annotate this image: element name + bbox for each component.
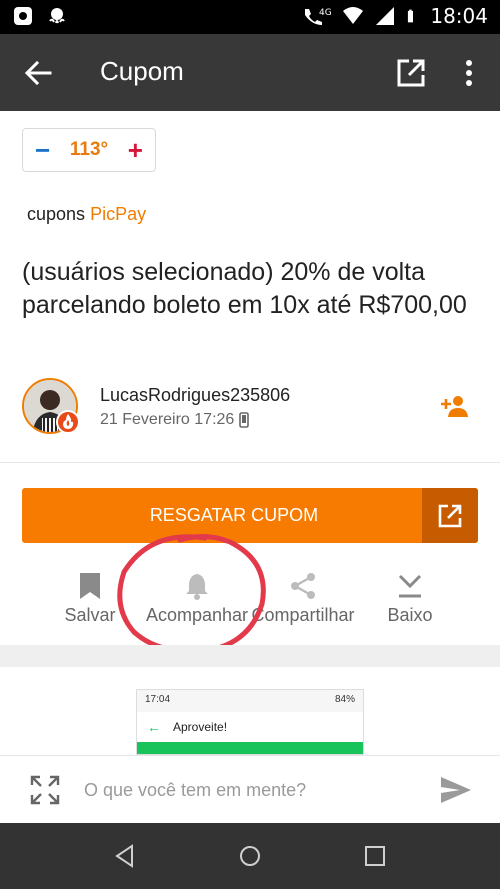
bookmark-icon (80, 573, 100, 599)
save-label: Salvar (64, 605, 116, 625)
comment-bar: O que você tem em mente? (0, 755, 500, 823)
hot-user-badge-icon (56, 410, 80, 434)
open-external-icon[interactable] (394, 56, 428, 90)
deal-image-thumbnail[interactable]: 17:04 84% ← Aproveite! (136, 689, 364, 755)
open-external-icon[interactable] (422, 488, 478, 543)
signal-icon (376, 7, 395, 25)
wifi-call-icon: 4G (305, 8, 332, 25)
post-date-line: 21 Fevereiro 17:26 (100, 411, 250, 429)
vote-down-button[interactable]: − (35, 135, 50, 166)
redeem-coupon-button[interactable]: RESGATAR CUPOM (22, 488, 478, 543)
wifi-icon (343, 7, 364, 24)
system-nav-bar (0, 823, 500, 889)
nav-back-icon[interactable] (112, 843, 138, 869)
download-icon (398, 574, 422, 598)
redeem-coupon-label: RESGATAR CUPOM (149, 505, 319, 525)
nav-recents-icon[interactable] (362, 843, 388, 869)
app-bar: Cupom (0, 34, 500, 111)
mobile-device-icon (239, 412, 250, 428)
share-label: Compartilhar (251, 605, 355, 625)
save-button[interactable]: Salvar (30, 570, 150, 626)
follow-user-icon[interactable] (440, 394, 470, 418)
follow-deal-button[interactable]: Acompanhar (137, 570, 257, 626)
download-label: Baixo (387, 605, 433, 625)
bell-icon (186, 574, 208, 600)
author-name[interactable]: LucasRodrigues235806 (100, 385, 290, 406)
temperature-voting: − 113° + (22, 128, 156, 172)
back-arrow-icon[interactable] (22, 56, 56, 90)
thumbnail-battery: 84% (334, 694, 355, 705)
thumbnail-green-banner (137, 742, 363, 754)
merchant-link[interactable]: PicPay (90, 204, 146, 224)
vote-up-button[interactable]: + (128, 135, 143, 166)
download-button[interactable]: Baixo (350, 570, 470, 626)
clock: 18:04 (430, 4, 488, 28)
send-icon[interactable] (440, 776, 472, 804)
more-vert-icon[interactable] (456, 58, 482, 88)
post-date: 21 Fevereiro 17:26 (100, 411, 235, 428)
expand-icon[interactable] (30, 775, 60, 805)
status-bar: 4G 18:04 (0, 0, 500, 34)
share-icon (291, 573, 315, 599)
thumbnail-back-icon: ← (147, 719, 161, 735)
thumbnail-time: 17:04 (145, 694, 171, 705)
share-button[interactable]: Compartilhar (243, 570, 363, 626)
category-line: cupons PicPay (27, 204, 146, 225)
octopus-app-icon (49, 8, 65, 24)
page-title: Cupom (100, 56, 184, 86)
follow-label: Acompanhar (145, 605, 249, 625)
thumbnail-status-bar: 17:04 84% (137, 690, 363, 712)
temperature-value: 113° (69, 139, 109, 160)
category-prefix: cupons (27, 204, 86, 224)
network-label: 4G (319, 8, 332, 18)
section-divider (0, 462, 500, 463)
nav-home-icon[interactable] (237, 843, 263, 869)
battery-icon (408, 9, 414, 23)
section-separator (0, 645, 500, 667)
thumbnail-app-bar: ← Aproveite! (137, 712, 363, 742)
thumbnail-title: Aproveite! (173, 720, 228, 734)
comment-input[interactable]: O que você tem em mente? (84, 780, 306, 801)
app-notification-icon (14, 7, 32, 25)
deal-title: (usuários selecionado) 20% de volta parc… (22, 258, 467, 319)
